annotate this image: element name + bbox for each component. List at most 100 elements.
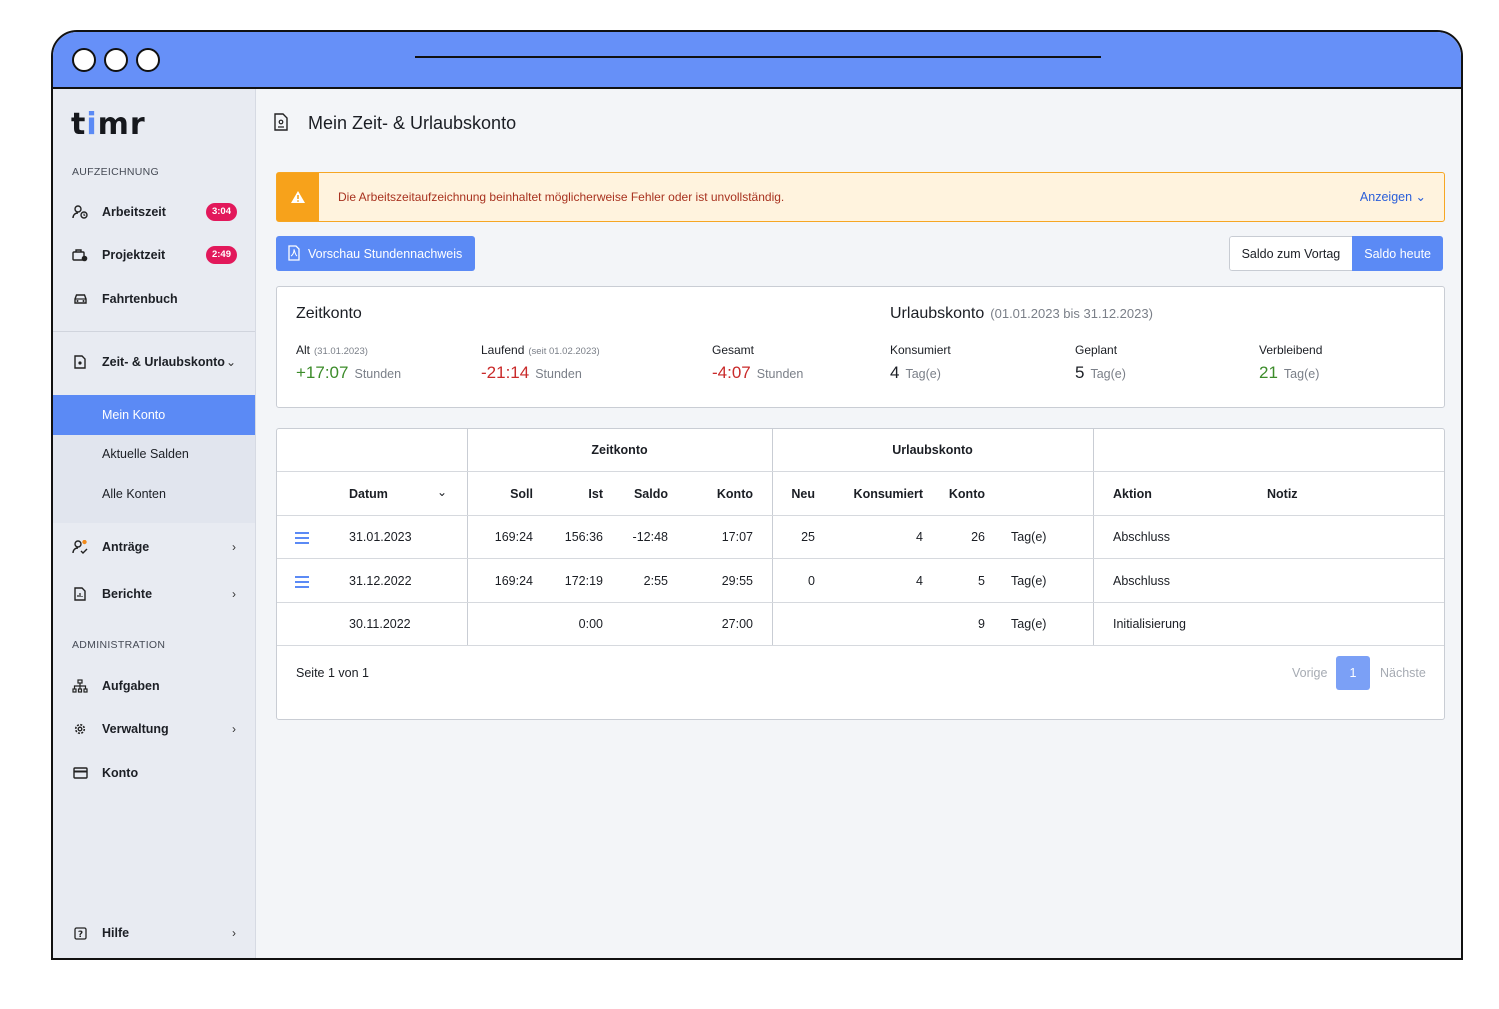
cell-konto: 27:00 (721, 617, 753, 631)
main-content: Mein Zeit- & Urlaubskonto Die Arbeitszei… (256, 89, 1461, 958)
sidebar-item-arbeitszeit[interactable]: Arbeitszeit 3:04 (53, 192, 256, 232)
svg-text:?: ? (77, 930, 82, 940)
page-title: Mein Zeit- & Urlaubskonto (308, 113, 517, 133)
row-menu-icon[interactable] (295, 576, 309, 591)
row-divider (277, 515, 1444, 516)
column-header-saldo: Saldo (633, 487, 668, 501)
cell-urlaubskonto: 9 (978, 617, 985, 631)
cell-aktion: Abschluss (1113, 574, 1170, 588)
stat-gesamt: Gesamt -4:07 Stunden (712, 343, 804, 382)
sidebar-item-label: Hilfe (102, 926, 130, 940)
row-divider (277, 471, 1444, 472)
cell-soll: 169:24 (494, 530, 533, 544)
section-label-recording: AUFZEICHNUNG (72, 166, 160, 178)
window-close-dot[interactable] (72, 48, 96, 72)
browser-window: timr AUFZEICHNUNG Arbeitszeit 3:04 Proje… (51, 30, 1463, 960)
row-divider (277, 602, 1444, 603)
stat-verbleibend: Verbleibend 21 Tag(e) (1259, 343, 1323, 382)
sidebar-item-fahrtenbuch[interactable]: Fahrtenbuch (53, 279, 256, 319)
pagination-prev[interactable]: Vorige (1292, 666, 1327, 680)
cell-saldo: -12:48 (632, 530, 668, 544)
warning-icon (277, 173, 319, 221)
group-header-zeitkonto: Zeitkonto (591, 443, 648, 457)
row-divider (277, 645, 1444, 646)
column-header-konto: Konto (716, 487, 753, 501)
account-table: Zeitkonto Urlaubskonto Datum ⌄ Soll Ist … (276, 428, 1445, 720)
divider (53, 331, 255, 332)
briefcase-clock-icon (72, 247, 88, 263)
credit-card-icon (72, 765, 88, 781)
user-check-icon (72, 539, 88, 555)
sidebar-item-aufgaben[interactable]: Aufgaben (53, 666, 256, 706)
sidebar-item-konto[interactable]: Konto (53, 753, 256, 793)
sidebar-item-projektzeit[interactable]: Projektzeit 2:49 (53, 235, 256, 275)
column-header-soll: Soll (510, 487, 533, 501)
summary-card: Zeitkonto Urlaubskonto (01.01.2023 bis 31… (276, 286, 1445, 408)
button-label: Vorschau Stundennachweis (308, 246, 463, 261)
column-header-konsumiert: Konsumiert (853, 487, 923, 501)
urlaubskonto-range: (01.01.2023 bis 31.12.2023) (990, 306, 1153, 321)
column-header-notiz: Notiz (1267, 487, 1298, 501)
cell-neu: 25 (801, 530, 815, 544)
cell-soll: 169:24 (494, 574, 533, 588)
stat-laufend: Laufend (seit 01.02.2023) -21:14 Stunden (481, 343, 600, 382)
hierarchy-icon (72, 678, 88, 694)
sidebar-item-hilfe[interactable]: ? Hilfe › (53, 913, 256, 953)
section-label-administration: ADMINISTRATION (72, 639, 166, 651)
cell-konsumiert: 4 (916, 574, 923, 588)
chevron-down-icon[interactable]: ⌄ (437, 485, 447, 499)
column-header-ist: Ist (588, 487, 603, 501)
row-menu-icon[interactable] (295, 532, 309, 547)
sidebar-subitem-mein-konto[interactable]: Mein Konto (53, 395, 255, 435)
window-minimize-dot[interactable] (104, 48, 128, 72)
address-bar[interactable] (415, 56, 1101, 58)
chevron-right-icon: › (232, 587, 236, 601)
alert-show-link[interactable]: Anzeigen ⌄ (1360, 189, 1426, 204)
sidebar-item-label: Konto (102, 766, 139, 780)
pagination-current[interactable]: 1 (1336, 656, 1370, 690)
document-icon (274, 113, 288, 136)
pagination-next[interactable]: Nächste (1380, 666, 1426, 680)
timer-badge: 3:04 (205, 203, 237, 221)
chevron-right-icon: › (232, 722, 236, 736)
window-maximize-dot[interactable] (136, 48, 160, 72)
sidebar-subitem-alle-konten[interactable]: Alle Konten (53, 474, 255, 514)
column-divider (467, 429, 468, 645)
column-header-urlaubskonto-konto: Konto (948, 487, 985, 501)
gear-icon (72, 721, 88, 737)
sidebar-item-label: Aufgaben (102, 679, 160, 693)
sidebar-item-verwaltung[interactable]: Verwaltung › (53, 709, 256, 749)
sidebar-item-label: Arbeitszeit (102, 205, 166, 219)
car-icon (72, 291, 88, 307)
window-titlebar (53, 32, 1461, 89)
cell-saldo: 2:55 (643, 574, 668, 588)
zeitkonto-heading: Zeitkonto (296, 305, 362, 322)
cell-datum: 30.11.2022 (349, 617, 411, 631)
sidebar-subitem-aktuelle-salden[interactable]: Aktuelle Salden (53, 434, 255, 474)
warning-alert: Die Arbeitszeitaufzeichnung beinhaltet m… (276, 172, 1445, 222)
sidebar-item-zeit-urlaubskonto[interactable]: Zeit- & Urlaubskonto ⌄ (53, 342, 256, 382)
sidebar-item-label: Zeit- & Urlaubskonto (102, 355, 225, 369)
app-logo[interactable]: timr (71, 107, 146, 142)
cell-konto: 17:07 (721, 530, 753, 544)
group-header-urlaubskonto: Urlaubskonto (892, 443, 973, 457)
cell-urlaubskonto: 5 (978, 574, 985, 588)
saldo-vortag-button[interactable]: Saldo zum Vortag (1228, 236, 1353, 271)
document-icon (72, 354, 88, 370)
sidebar-item-label: Projektzeit (102, 248, 166, 262)
preview-timesheet-button[interactable]: Vorschau Stundennachweis (276, 236, 475, 271)
sidebar-item-label: Fahrtenbuch (102, 292, 178, 306)
report-icon (72, 586, 88, 602)
cell-urlaubskonto: 26 (971, 530, 985, 544)
sidebar-item-antraege[interactable]: Anträge › (53, 527, 256, 567)
saldo-heute-button[interactable]: Saldo heute (1352, 236, 1443, 271)
sidebar-item-label: Berichte (102, 587, 153, 601)
stat-alt: Alt (31.01.2023) +17:07 Stunden (296, 343, 402, 382)
cell-datum: 31.01.2023 (349, 530, 412, 544)
sidebar: timr AUFZEICHNUNG Arbeitszeit 3:04 Proje… (53, 89, 256, 958)
sidebar-item-berichte[interactable]: Berichte › (53, 574, 256, 614)
row-divider (277, 558, 1444, 559)
saldo-toggle: Saldo zum Vortag Saldo heute (1228, 236, 1443, 271)
cell-konto: 29:55 (721, 574, 753, 588)
column-header-datum[interactable]: Datum (349, 487, 388, 501)
